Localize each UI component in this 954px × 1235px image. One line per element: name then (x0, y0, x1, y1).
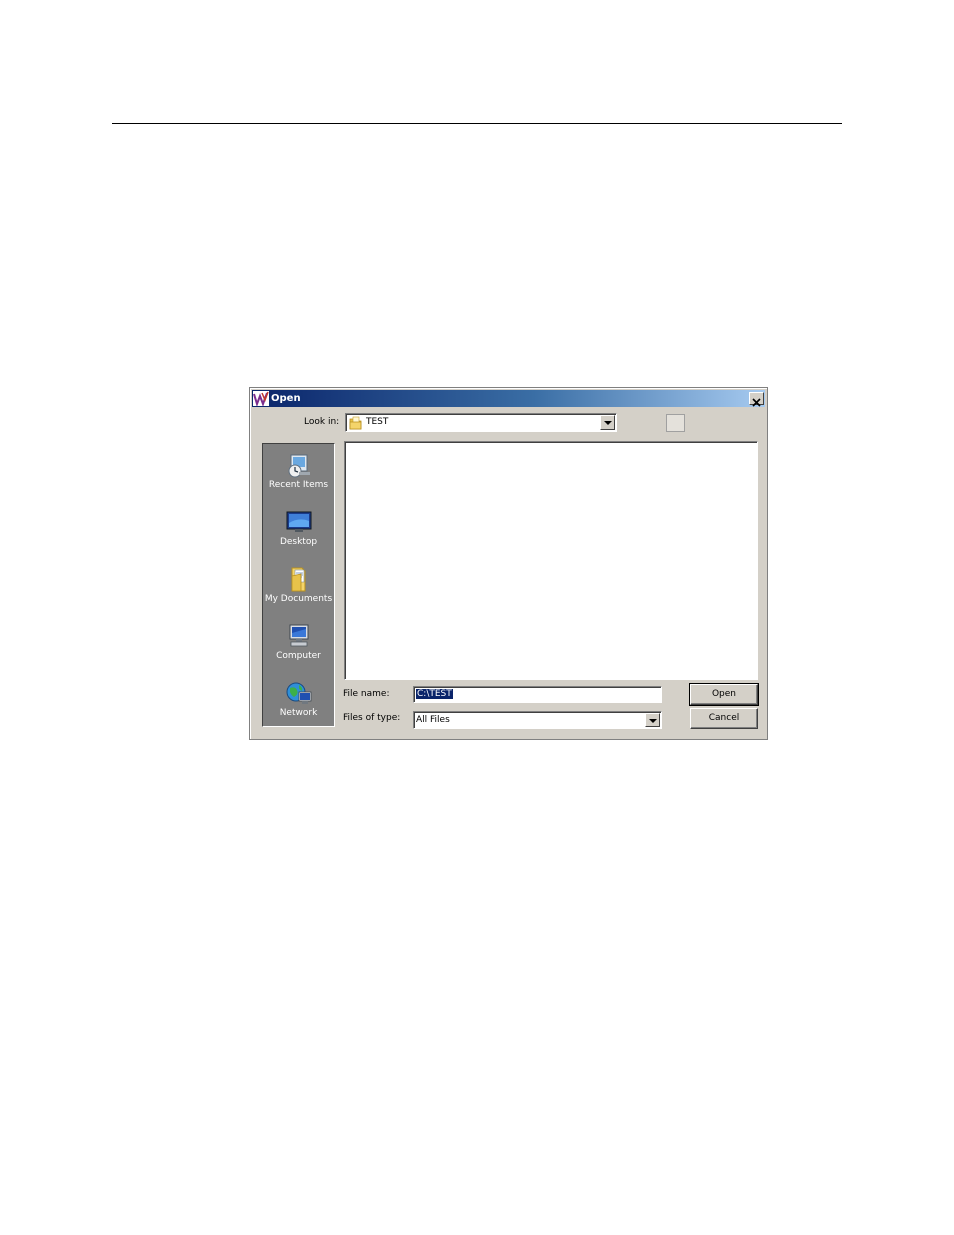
cancel-button[interactable]: Cancel (690, 708, 758, 729)
open-button[interactable]: Open (689, 683, 759, 706)
places-item-recent-items[interactable]: Recent Items (263, 452, 334, 491)
computer-icon (289, 624, 308, 647)
files-of-type-combobox[interactable]: All Files (413, 711, 662, 729)
places-item-label: Network (279, 708, 318, 718)
places-item-network[interactable]: Network (263, 680, 334, 719)
places-item-label: My Documents (264, 594, 333, 604)
folder-icon (349, 416, 362, 430)
files-of-type-dropdown-button[interactable] (645, 713, 660, 727)
look-in-label: Look in: (304, 417, 340, 427)
places-item-desktop[interactable]: Desktop (263, 509, 334, 548)
places-item-label: Computer (276, 651, 321, 661)
places-item-computer[interactable]: Computer (263, 623, 334, 662)
desktop-icon (286, 511, 311, 532)
file-name-input[interactable]: C:\TEST (413, 686, 662, 703)
dialog-title: Open (271, 393, 301, 404)
places-item-label: Recent Items (268, 480, 329, 490)
file-name-value: C:\TEST (416, 689, 453, 699)
look-in-combobox[interactable]: TEST (345, 413, 617, 432)
look-in-value: TEST (366, 417, 389, 427)
recent-items-icon (288, 454, 310, 478)
files-of-type-label: Files of type: (343, 713, 401, 723)
close-button[interactable] (749, 392, 764, 407)
file-list-view[interactable] (344, 441, 758, 680)
file-name-label: File name: (343, 689, 390, 699)
files-of-type-value: All Files (416, 715, 450, 725)
dialog-titlebar[interactable]: Open (252, 390, 765, 407)
look-in-dropdown-button[interactable] (600, 415, 615, 430)
app-logo-icon (253, 391, 269, 406)
toolbar-button[interactable] (666, 414, 685, 432)
my-documents-icon (291, 567, 305, 592)
places-item-label: Desktop (279, 537, 318, 547)
page-header-rule (112, 123, 842, 124)
network-icon (286, 682, 311, 704)
places-bar: Recent Items Desktop My Documents Comput… (262, 443, 335, 727)
close-icon (752, 398, 761, 407)
places-item-my-documents[interactable]: My Documents (263, 566, 334, 605)
